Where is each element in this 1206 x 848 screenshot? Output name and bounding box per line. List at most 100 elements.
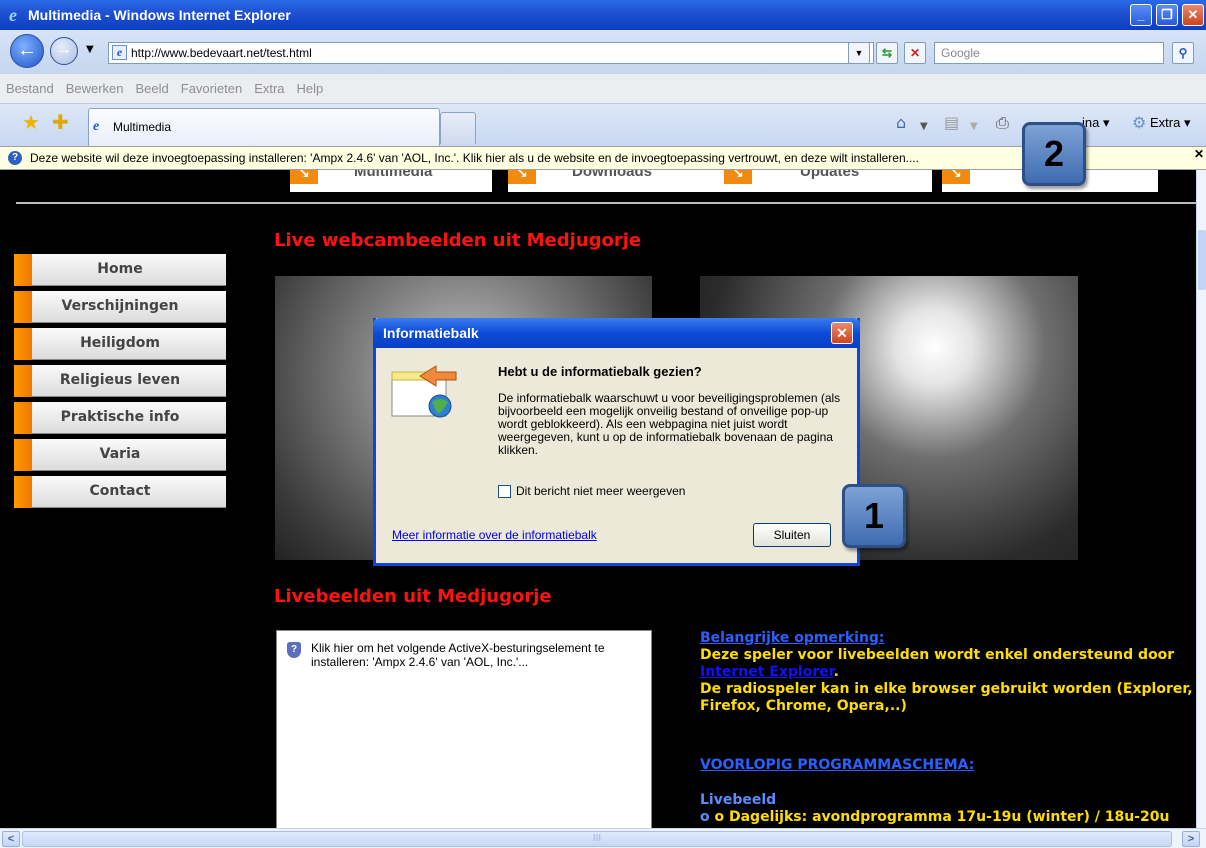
infobar-close-icon[interactable]: ✕ bbox=[1194, 147, 1204, 161]
sidebar-item-label: Praktische info bbox=[60, 409, 180, 425]
address-toolbar: ← → ▼ e http://www.bedevaart.net/test.ht… bbox=[0, 30, 1206, 74]
menu-bestand[interactable]: Bestand bbox=[0, 81, 60, 96]
add-favorite-icon[interactable]: ✚ bbox=[52, 110, 69, 134]
scroll-thumb[interactable]: III bbox=[22, 831, 1172, 847]
arrow-icon: ↘ bbox=[290, 170, 318, 184]
sidebar-item-label: Contact bbox=[89, 483, 151, 499]
dialog-close-button[interactable]: ✕ bbox=[831, 322, 853, 344]
new-tab-button[interactable] bbox=[440, 112, 476, 144]
arrow-icon: ↘ bbox=[724, 170, 752, 184]
tab-title: Multimedia bbox=[113, 120, 172, 134]
horizontal-scrollbar[interactable]: < III > bbox=[0, 828, 1206, 848]
infobar-text: Deze website wil deze invoegtoepassing i… bbox=[30, 151, 919, 165]
page-icon: e bbox=[112, 45, 127, 60]
sidebar-item-praktische-info[interactable]: Praktische info bbox=[14, 402, 226, 434]
sidebar-item-heiligdom[interactable]: Heiligdom bbox=[14, 328, 226, 360]
arrow-icon: ↘ bbox=[942, 170, 970, 184]
schedule-line: o Dagelijks: avondprogramma 17u-19u (win… bbox=[714, 809, 1170, 825]
vertical-scrollbar[interactable] bbox=[1196, 170, 1206, 828]
shield-icon: ? bbox=[8, 151, 22, 165]
sidebar-item-varia[interactable]: Varia bbox=[14, 439, 226, 471]
callout-badge-2: 2 bbox=[1022, 122, 1086, 186]
gear-icon[interactable]: ⚙ bbox=[1132, 112, 1146, 134]
schedule-link[interactable]: VOORLOPIG PROGRAMMASCHEMA: bbox=[700, 757, 1196, 774]
scroll-thumb[interactable] bbox=[1198, 230, 1206, 290]
dont-show-checkbox[interactable] bbox=[498, 485, 511, 498]
maximize-button[interactable]: ❐ bbox=[1156, 4, 1178, 26]
sidebar-item-label: Verschijningen bbox=[61, 298, 179, 314]
menu-favorieten[interactable]: Favorieten bbox=[175, 81, 248, 96]
notice-line-2: De radiospeler kan in elke browser gebru… bbox=[700, 681, 1193, 714]
search-placeholder: Google bbox=[941, 46, 980, 60]
divider bbox=[16, 202, 1196, 204]
schedule-subheading: Livebeeld bbox=[700, 792, 777, 808]
search-input[interactable]: Google bbox=[934, 42, 1164, 64]
notice-heading-link[interactable]: Belangrijke opmerking: bbox=[700, 630, 1196, 647]
menu-bar: Bestand Bewerken Beeld Favorieten Extra … bbox=[0, 74, 1206, 104]
ie-window: e Multimedia - Windows Internet Explorer… bbox=[0, 0, 1206, 848]
minimize-button[interactable]: _ bbox=[1130, 4, 1152, 26]
extra-menu[interactable]: Extra ▾ bbox=[1150, 114, 1190, 132]
topnav-updates[interactable]: ↘ Updates bbox=[724, 170, 932, 192]
menu-extra[interactable]: Extra bbox=[248, 81, 290, 96]
sidebar-item-label: Home bbox=[97, 261, 143, 277]
tab-multimedia[interactable]: e Multimedia bbox=[88, 108, 440, 146]
topnav-downloads[interactable]: ↘ Downloads bbox=[508, 170, 728, 192]
sidebar-item-contact[interactable]: Contact bbox=[14, 476, 226, 508]
title-bar: e Multimedia - Windows Internet Explorer… bbox=[0, 0, 1206, 30]
notice-line-1: Deze speler voor livebeelden wordt enkel… bbox=[700, 647, 1175, 663]
ie-link[interactable]: Internet Explorer bbox=[700, 664, 834, 680]
ie-logo-icon: e bbox=[93, 119, 100, 134]
stop-icon[interactable]: ✕ bbox=[904, 42, 926, 64]
activex-placeholder[interactable]: ? Klik hier om het volgende ActiveX-best… bbox=[276, 630, 652, 828]
topnav-multimedia[interactable]: ↘ Multimedia bbox=[290, 170, 492, 192]
shield-icon: ? bbox=[287, 642, 301, 658]
sidebar-item-label: Heiligdom bbox=[80, 335, 160, 351]
topnav-label: Multimedia bbox=[354, 170, 433, 180]
sidebar-item-religieus-leven[interactable]: Religieus leven bbox=[14, 365, 226, 397]
live-heading: Livebeelden uit Medjugorje bbox=[274, 586, 552, 607]
forward-button[interactable]: → bbox=[50, 37, 78, 65]
menu-help[interactable]: Help bbox=[291, 81, 330, 96]
search-icon[interactable]: ⚲ bbox=[1172, 42, 1194, 64]
notice-block: Belangrijke opmerking: Deze speler voor … bbox=[700, 630, 1196, 826]
sidebar-item-label: Varia bbox=[99, 446, 141, 462]
scroll-left-icon[interactable]: < bbox=[2, 831, 20, 847]
arrow-icon: ↘ bbox=[508, 170, 536, 184]
scroll-right-icon[interactable]: > bbox=[1182, 831, 1200, 847]
history-dropdown-icon[interactable]: ▼ bbox=[86, 44, 94, 55]
period: . bbox=[833, 664, 839, 680]
callout-badge-1: 1 bbox=[842, 484, 906, 548]
feed-icon[interactable]: ▤ bbox=[944, 112, 959, 134]
dialog-title: Informatiebalk bbox=[383, 325, 479, 341]
print-icon[interactable]: ⎙ bbox=[996, 112, 1009, 134]
page-menu[interactable]: ina ▾ bbox=[1082, 114, 1110, 132]
address-dropdown-icon[interactable]: ▼ bbox=[848, 42, 870, 64]
close-dialog-button[interactable]: Sluiten bbox=[753, 523, 831, 547]
home-icon[interactable]: ⌂ bbox=[896, 112, 906, 134]
close-window-button[interactable]: ✕ bbox=[1182, 4, 1204, 26]
dont-show-label[interactable]: Dit bericht niet meer weergeven bbox=[516, 484, 685, 498]
back-button[interactable]: ← bbox=[10, 34, 44, 68]
star-icon[interactable]: ★ bbox=[22, 110, 40, 134]
sidebar-item-verschijningen[interactable]: Verschijningen bbox=[14, 291, 226, 323]
more-info-link[interactable]: Meer informatie over de informatiebalk bbox=[392, 528, 597, 542]
home-dropdown-icon[interactable]: ▼ bbox=[920, 116, 928, 138]
feed-dropdown-icon[interactable]: ▼ bbox=[970, 116, 978, 138]
informatiebalk-dialog: Informatiebalk ✕ Hebt u de informatiebal… bbox=[373, 318, 860, 566]
address-url: http://www.bedevaart.net/test.html bbox=[131, 46, 312, 60]
address-field[interactable]: e http://www.bedevaart.net/test.html bbox=[108, 42, 874, 64]
menu-bewerken[interactable]: Bewerken bbox=[60, 81, 130, 96]
dialog-heading: Hebt u de informatiebalk gezien? bbox=[498, 364, 702, 379]
sidebar-item-home[interactable]: Home bbox=[14, 254, 226, 286]
webcam-heading: Live webcambeelden uit Medjugorje bbox=[274, 230, 642, 251]
topnav-label: Updates bbox=[800, 170, 860, 180]
topnav-label: Downloads bbox=[572, 170, 653, 180]
menu-beeld[interactable]: Beeld bbox=[130, 81, 175, 96]
ie-logo-icon: e bbox=[9, 5, 17, 25]
sidebar-item-label: Religieus leven bbox=[59, 372, 181, 388]
schedule-bullet: o bbox=[700, 809, 715, 825]
activex-text: Klik hier om het volgende ActiveX-bestur… bbox=[311, 641, 605, 669]
refresh-icon[interactable]: ⇆ bbox=[876, 42, 898, 64]
infobar-illustration-icon bbox=[391, 365, 457, 418]
